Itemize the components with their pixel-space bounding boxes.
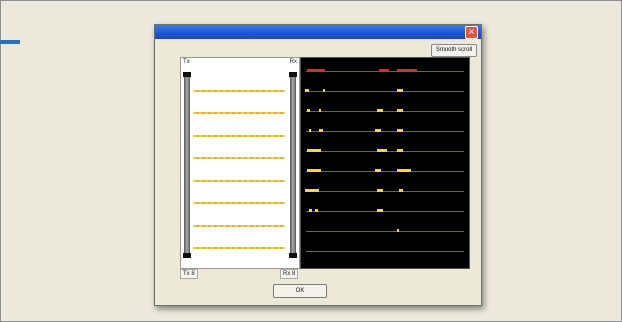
signal-trace xyxy=(306,211,464,212)
transmitter-cap-top xyxy=(183,72,191,77)
beam-line xyxy=(193,180,285,182)
signal-trace xyxy=(306,111,464,112)
signal-trace xyxy=(306,191,464,192)
beam-line xyxy=(193,157,285,159)
sync-pulse xyxy=(397,69,417,72)
beam-line xyxy=(193,135,285,137)
signal-pulse xyxy=(397,109,403,112)
ok-button[interactable]: OK xyxy=(273,284,327,298)
signal-pulse xyxy=(397,149,403,152)
accent-bar xyxy=(0,40,20,44)
tx-count-label: Tx 8 xyxy=(180,269,198,279)
signal-pulse xyxy=(319,129,323,132)
rx-count-label: Rx 8 xyxy=(280,269,299,279)
signal-pulse xyxy=(375,129,381,132)
rx-corner-label: Rx xyxy=(289,59,297,65)
signal-trace xyxy=(306,231,464,232)
signal-trace xyxy=(306,131,464,132)
signal-pulse xyxy=(375,169,381,172)
signal-pulse xyxy=(397,89,403,92)
beam-line xyxy=(193,202,285,204)
receiver-cap-bottom xyxy=(289,253,297,258)
beam-line xyxy=(193,112,285,114)
signal-pulse xyxy=(377,149,387,152)
signal-trace xyxy=(306,251,464,252)
smooth-scroll-button[interactable]: Smooth scroll xyxy=(431,44,477,57)
signal-pulse xyxy=(377,209,383,212)
signal-pulse xyxy=(309,209,312,212)
receiver-cap-top xyxy=(289,72,297,77)
signal-pulse xyxy=(305,89,309,92)
signal-pulse xyxy=(315,209,318,212)
signal-pulse xyxy=(309,129,311,132)
transmitter-bar xyxy=(183,72,191,258)
signal-display xyxy=(300,57,470,269)
signal-pulse xyxy=(397,229,399,232)
signal-trace xyxy=(306,91,464,92)
beam-line xyxy=(193,90,285,92)
signal-pulse xyxy=(323,89,325,92)
light-curtain-dialog: × Smooth scroll Tx Rx Tx 8 Rx 8 OK xyxy=(154,24,482,306)
receiver-bar xyxy=(289,72,297,258)
signal-pulse xyxy=(319,109,321,112)
beam-line xyxy=(193,247,285,249)
signal-pulse xyxy=(307,149,321,152)
signal-pulse xyxy=(397,129,403,132)
signal-trace xyxy=(306,171,464,172)
sync-pulse xyxy=(307,69,325,72)
signal-pulse xyxy=(307,109,310,112)
signal-pulse xyxy=(307,169,321,172)
transmitter-cap-bottom xyxy=(183,253,191,258)
tx-corner-label: Tx xyxy=(183,59,190,65)
dialog-titlebar: × xyxy=(155,25,481,39)
sync-pulse xyxy=(379,69,389,72)
signal-pulse xyxy=(377,189,383,192)
signal-pulse xyxy=(399,189,403,192)
signal-pulse xyxy=(377,109,383,112)
close-button[interactable]: × xyxy=(465,26,478,39)
beam-line xyxy=(193,225,285,227)
signal-pulse xyxy=(305,189,319,192)
tx-panel: Tx Rx xyxy=(180,57,300,269)
signal-pulse xyxy=(397,169,411,172)
